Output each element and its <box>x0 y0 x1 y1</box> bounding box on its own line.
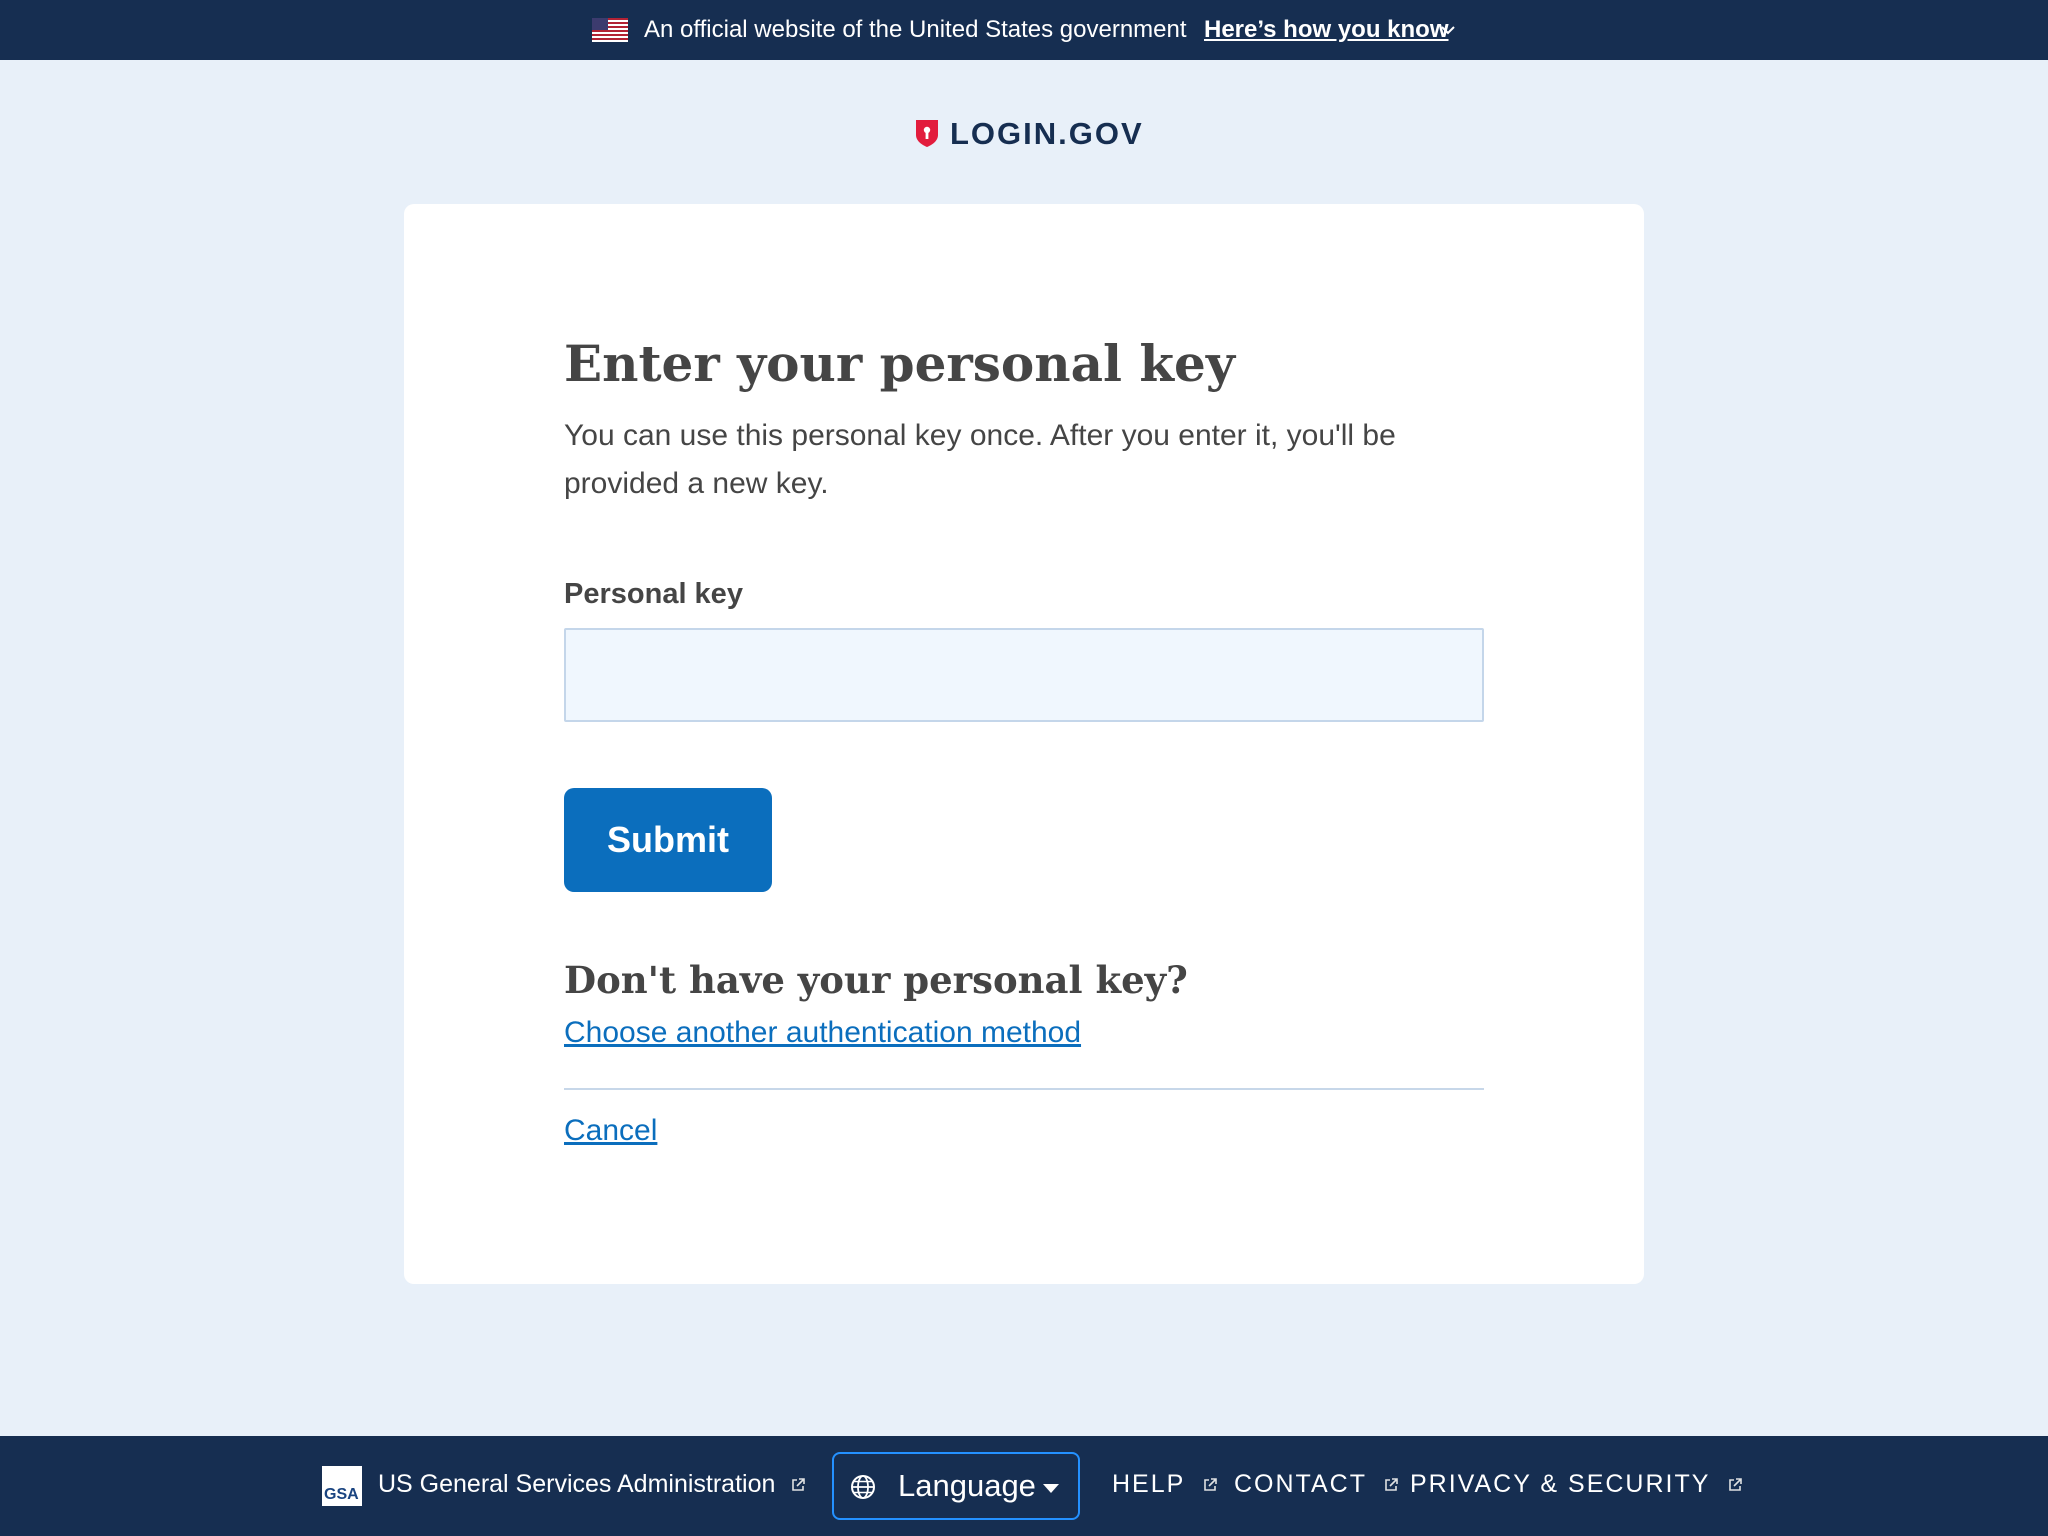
external-link-icon <box>1729 1478 1742 1492</box>
external-link-icon <box>1385 1478 1399 1492</box>
gsa-logo: GSA <box>322 1466 362 1506</box>
how-you-know-link[interactable]: Here’s how you know <box>1204 16 1449 44</box>
footer-help-label: HELP <box>1112 1470 1185 1498</box>
gsa-link-label: US General Services Administration <box>378 1470 776 1498</box>
no-key-heading: Don't have your personal key? <box>564 958 1188 1002</box>
globe-icon <box>851 1475 875 1499</box>
language-label: Language <box>898 1468 1036 1503</box>
footer-privacy-label: PRIVACY & SECURITY <box>1410 1470 1710 1498</box>
main-card: Enter your personal key You can use this… <box>404 204 1644 1284</box>
chevron-down-icon[interactable] <box>1440 24 1456 36</box>
language-button[interactable]: Language <box>832 1452 1080 1520</box>
official-site-text: An official website of the United States… <box>644 16 1187 43</box>
divider <box>564 1088 1484 1090</box>
cancel-link[interactable]: Cancel <box>564 1114 657 1148</box>
logo-wordmark: LOGIN.GOV <box>950 116 1144 151</box>
gov-banner: An official website of the United States… <box>0 0 2048 60</box>
personal-key-input[interactable] <box>564 628 1484 722</box>
footer-contact-label: CONTACT <box>1234 1470 1367 1498</box>
footer: GSA US General Services Administration L… <box>0 1436 2048 1536</box>
footer-privacy-link[interactable]: PRIVACY & SECURITY <box>1410 1470 1743 1499</box>
shield-lock-icon <box>916 120 938 147</box>
external-link-icon <box>1204 1478 1217 1492</box>
caret-down-icon <box>1043 1484 1059 1493</box>
us-flag-icon <box>592 18 628 42</box>
footer-help-link[interactable]: HELP <box>1112 1470 1218 1499</box>
gsa-logo-text: GSA <box>324 1486 359 1503</box>
page-title: Enter your personal key <box>564 334 1235 393</box>
external-link-icon <box>792 1478 806 1492</box>
footer-contact-link[interactable]: CONTACT <box>1234 1470 1399 1499</box>
personal-key-label: Personal key <box>564 578 743 610</box>
submit-button[interactable]: Submit <box>564 788 772 892</box>
choose-another-method-link[interactable]: Choose another authentication method <box>564 1016 1081 1050</box>
intro-text: You can use this personal key once. Afte… <box>564 419 1396 500</box>
gsa-link[interactable]: US General Services Administration <box>378 1470 806 1499</box>
